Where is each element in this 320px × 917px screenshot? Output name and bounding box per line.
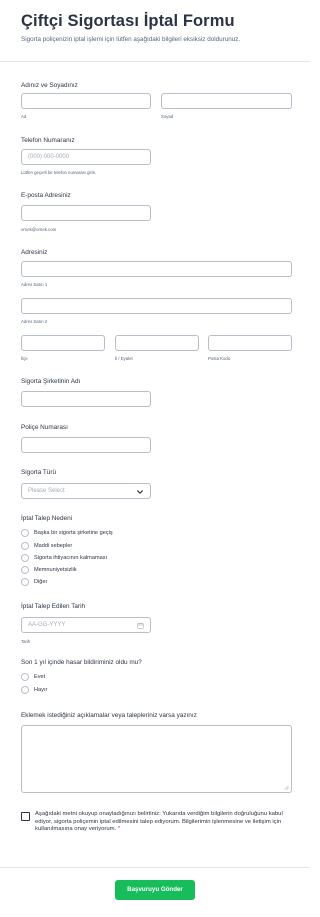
zip-sublabel: Posta Kodu bbox=[208, 356, 231, 361]
chevron-down-icon bbox=[137, 490, 143, 494]
submit-button[interactable]: Başvuruyu Gönder bbox=[115, 880, 195, 900]
insurance-type-selected: Please Select bbox=[28, 488, 65, 494]
first-name-input[interactable] bbox=[21, 93, 151, 109]
cancel-reason-option-label: Sigorta ihtiyacının kalmaması bbox=[34, 555, 108, 561]
notes-textarea[interactable] bbox=[21, 725, 292, 793]
first-name-sublabel: Ad bbox=[21, 114, 27, 119]
radio-circle[interactable] bbox=[21, 578, 29, 586]
radio-circle[interactable] bbox=[21, 686, 29, 694]
company-input[interactable] bbox=[21, 391, 151, 407]
zip-input[interactable] bbox=[208, 335, 292, 351]
email-input[interactable] bbox=[21, 205, 151, 221]
address-line2-sublabel: Adres Satırı 2 bbox=[21, 319, 48, 324]
cancel-reason-option-label: Memnuniyetsizlik bbox=[34, 567, 77, 573]
form-subtitle: Sigorta poliçenizin iptal işlemi için lü… bbox=[21, 36, 241, 43]
phone-placeholder: (000) 000-0000 bbox=[28, 154, 70, 160]
form-header: Çiftçi Sigortası İptal Formu Sigorta pol… bbox=[0, 0, 310, 62]
last-name-sublabel: Soyad bbox=[161, 114, 174, 119]
cancel-reason-label: İptal Talep Nedeni bbox=[21, 515, 73, 522]
radio-circle[interactable] bbox=[21, 673, 29, 681]
phone-label: Telefon Numaranız bbox=[21, 137, 75, 144]
phone-hint: Lütfen geçerli bir telefon numarası giri… bbox=[21, 170, 97, 175]
address-line2-input[interactable] bbox=[21, 298, 292, 314]
insurance-type-dropdown[interactable]: Please Select bbox=[21, 483, 151, 499]
calendar-icon[interactable] bbox=[137, 622, 144, 629]
address-line1-input[interactable] bbox=[21, 261, 292, 277]
cancel-reason-option-label: Başka bir sigorta şirketine geçiş bbox=[34, 530, 113, 536]
address-label: Adresiniz bbox=[21, 249, 48, 256]
cancel-reason-option-label: Diğer bbox=[34, 579, 48, 585]
email-hint: ornek@ornek.com bbox=[21, 227, 57, 232]
required-mark: * bbox=[117, 826, 121, 833]
radio-circle[interactable] bbox=[21, 542, 29, 550]
insurance-type-label: Sigorta Türü bbox=[21, 469, 57, 476]
claims-option-label: Evet bbox=[34, 674, 46, 680]
last-name-input[interactable] bbox=[161, 93, 292, 109]
company-label: Sigorta Şirketinin Adı bbox=[21, 378, 81, 385]
cancel-date-placeholder: AA-GG-YYYY bbox=[28, 622, 66, 628]
radio-circle[interactable] bbox=[21, 554, 29, 562]
address-line1-sublabel: Adres Satırı 1 bbox=[21, 282, 48, 287]
policy-label: Poliçe Numarası bbox=[21, 424, 68, 431]
notes-label: Eklemek istediğiniz açıklamalar veya tal… bbox=[21, 712, 197, 719]
cancel-date-input[interactable]: AA-GG-YYYY bbox=[21, 617, 151, 633]
state-input[interactable] bbox=[115, 335, 199, 351]
cancel-date-hint: Tarih bbox=[21, 639, 31, 644]
city-input[interactable] bbox=[21, 335, 105, 351]
footer-divider bbox=[0, 867, 310, 868]
claims-label: Son 1 yıl içinde hasar bildiriminiz oldu… bbox=[21, 659, 142, 666]
phone-input[interactable]: (000) 000-0000 bbox=[21, 149, 151, 165]
city-sublabel: İlçe bbox=[21, 356, 28, 361]
radio-circle[interactable] bbox=[21, 566, 29, 574]
consent-statement: Aşağıdaki metni okuyup onayladığınızı be… bbox=[35, 811, 283, 833]
radio-circle[interactable] bbox=[21, 529, 29, 537]
policy-input[interactable] bbox=[21, 437, 151, 453]
resize-grip-icon[interactable] bbox=[284, 785, 289, 790]
consent-text: Aşağıdaki metni okuyup onayladığınızı be… bbox=[35, 811, 285, 834]
consent-checkbox[interactable] bbox=[21, 812, 30, 821]
email-label: E-posta Adresiniz bbox=[21, 192, 71, 199]
form-title: Çiftçi Sigortası İptal Formu bbox=[21, 12, 235, 30]
claims-option-label: Hayır bbox=[34, 687, 48, 693]
state-sublabel: İl / Eyalet bbox=[115, 356, 133, 361]
cancel-date-label: İptal Talep Edilen Tarih bbox=[21, 603, 86, 610]
name-label: Adınız ve Soyadınız bbox=[21, 82, 78, 89]
cancel-reason-option-label: Maddi sebepler bbox=[34, 543, 73, 549]
